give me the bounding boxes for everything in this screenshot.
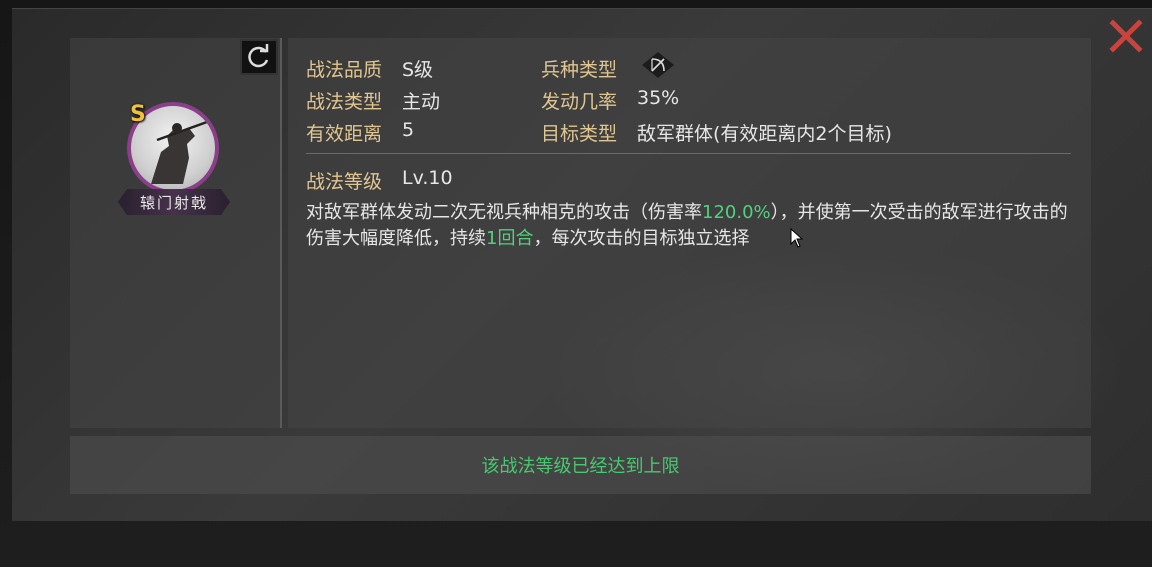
rate-label: 发动几率 bbox=[541, 91, 618, 113]
description-text-1: 对敌军群体发动二次无视兵种相克的攻击（伤害率 bbox=[306, 202, 702, 223]
level-label: 战法等级 bbox=[306, 171, 383, 193]
skill-description: 对敌军群体发动二次无视兵种相克的攻击（伤害率120.0%），并使第一次受击的敌军… bbox=[306, 200, 1076, 252]
grade-badge: S bbox=[130, 102, 146, 127]
max-level-message: 该战法等级已经达到上限 bbox=[481, 456, 680, 477]
target-label: 目标类型 bbox=[541, 123, 618, 145]
range-label: 有效距离 bbox=[306, 123, 383, 145]
duration-value: 1回合 bbox=[486, 228, 534, 249]
target-value: 敌军群体(有效距离内2个目标) bbox=[637, 123, 892, 145]
level-value: Lv.10 bbox=[402, 167, 453, 189]
quality-value: S级 bbox=[402, 59, 434, 81]
divider bbox=[306, 153, 1071, 154]
damage-rate-value: 120.0% bbox=[702, 202, 771, 223]
quality-label: 战法品质 bbox=[306, 59, 383, 81]
type-value: 主动 bbox=[402, 91, 441, 113]
range-value: 5 bbox=[402, 119, 415, 141]
description-text-3: ，每次攻击的目标独立选择 bbox=[533, 228, 750, 249]
refresh-button[interactable] bbox=[240, 39, 278, 75]
skill-portrait-section bbox=[70, 38, 282, 428]
skill-name: 辕门射戟 bbox=[118, 189, 230, 215]
max-level-bar: 该战法等级已经达到上限 bbox=[70, 436, 1091, 494]
bow-troop-icon bbox=[642, 52, 674, 78]
mouse-cursor-icon bbox=[790, 228, 804, 248]
close-icon[interactable] bbox=[1108, 18, 1144, 54]
troop-label: 兵种类型 bbox=[541, 59, 618, 81]
type-label: 战法类型 bbox=[306, 91, 383, 113]
refresh-icon bbox=[248, 44, 269, 68]
rate-value: 35% bbox=[637, 87, 680, 109]
